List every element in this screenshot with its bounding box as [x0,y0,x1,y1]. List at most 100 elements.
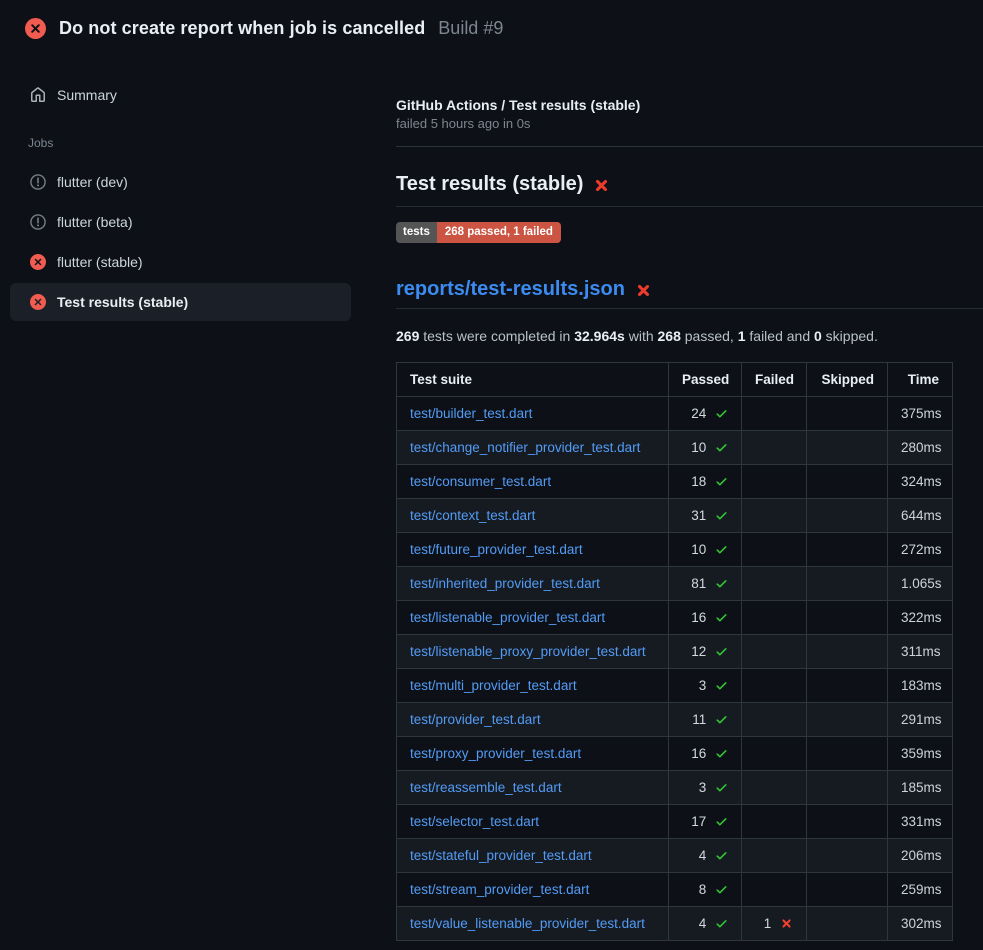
passed-cell: 3 [669,771,742,805]
passed-cell: 3 [669,669,742,703]
neutral-circle-icon [30,214,46,230]
time-cell: 322ms [888,601,953,635]
test-suite-link[interactable]: test/future_provider_test.dart [410,542,583,557]
test-suite-link[interactable]: test/proxy_provider_test.dart [410,746,581,761]
test-suite-link[interactable]: test/listenable_proxy_provider_test.dart [410,644,646,659]
table-row: test/reassemble_test.dart 3 185ms [397,771,953,805]
check-icon [715,713,728,726]
time-cell: 644ms [888,499,953,533]
table-header-row: Test suite Passed Failed Skipped Time [397,363,953,397]
check-icon [715,509,728,522]
test-suite-link[interactable]: test/consumer_test.dart [410,474,551,489]
failed-cell [742,737,807,771]
suite-cell: test/inherited_provider_test.dart [397,567,669,601]
suite-cell: test/value_listenable_provider_test.dart [397,907,669,941]
failed-cell [742,431,807,465]
test-suite-link[interactable]: test/inherited_provider_test.dart [410,576,600,591]
jobs-sidebar: Summary Jobs flutter (dev) flutter (beta… [0,40,396,323]
test-suite-link[interactable]: test/stream_provider_test.dart [410,882,589,897]
test-suite-link[interactable]: test/provider_test.dart [410,712,541,727]
summary-part: 269 [396,328,419,344]
skipped-cell [807,567,888,601]
section-title: Test results (stable) [396,171,983,207]
passed-cell: 81 [669,567,742,601]
table-row: test/provider_test.dart 11 291ms [397,703,953,737]
test-suite-link[interactable]: test/multi_provider_test.dart [410,678,577,693]
skipped-cell [807,669,888,703]
time-cell: 302ms [888,907,953,941]
breadcrumb: GitHub Actions / Test results (stable) [396,96,983,114]
table-row: test/listenable_proxy_provider_test.dart… [397,635,953,669]
time-cell: 291ms [888,703,953,737]
report-file-link[interactable]: reports/test-results.json [396,276,625,302]
home-icon [30,87,46,103]
failed-cell [742,873,807,907]
failed-cell [742,669,807,703]
skipped-cell [807,873,888,907]
sidebar-item-summary[interactable]: Summary [10,76,351,114]
sidebar-job-item[interactable]: flutter (beta) [10,203,351,241]
test-results-table: Test suite Passed Failed Skipped Time te… [396,362,953,941]
failed-x-icon [593,177,610,194]
failed-cell [742,397,807,431]
main-content: GitHub Actions / Test results (stable) f… [396,40,983,941]
x-circle-fill-icon [30,294,46,310]
sidebar-job-item[interactable]: Test results (stable) [10,283,351,321]
table-row: test/selector_test.dart 17 331ms [397,805,953,839]
skipped-cell [807,737,888,771]
table-row: test/inherited_provider_test.dart 81 1.0… [397,567,953,601]
check-icon [715,849,728,862]
skipped-cell [807,499,888,533]
col-test-suite: Test suite [397,363,669,397]
suite-cell: test/multi_provider_test.dart [397,669,669,703]
job-status-icon-slot [30,174,57,190]
test-suite-link[interactable]: test/selector_test.dart [410,814,539,829]
passed-cell: 16 [669,737,742,771]
skipped-cell [807,703,888,737]
time-cell: 272ms [888,533,953,567]
suite-cell: test/change_notifier_provider_test.dart [397,431,669,465]
summary-part: 32.964s [574,328,625,344]
sidebar-job-item[interactable]: flutter (stable) [10,243,351,281]
test-suite-link[interactable]: test/reassemble_test.dart [410,780,562,795]
test-suite-link[interactable]: test/change_notifier_provider_test.dart [410,440,640,455]
test-suite-link[interactable]: test/stateful_provider_test.dart [410,848,592,863]
tests-badge: tests 268 passed, 1 failed [396,222,561,243]
test-suite-link[interactable]: test/builder_test.dart [410,406,532,421]
check-icon [715,543,728,556]
report-title: reports/test-results.json [396,276,983,309]
time-cell: 1.065s [888,567,953,601]
passed-cell: 4 [669,839,742,873]
check-icon [715,475,728,488]
test-suite-link[interactable]: test/context_test.dart [410,508,535,523]
check-icon [715,645,728,658]
time-cell: 324ms [888,465,953,499]
skipped-cell [807,771,888,805]
table-row: test/builder_test.dart 24 375ms [397,397,953,431]
table-row: test/multi_provider_test.dart 3 183ms [397,669,953,703]
failed-cell [742,499,807,533]
job-status-icon-slot [30,254,57,270]
summary-part: tests were completed in [419,328,574,344]
suite-cell: test/stateful_provider_test.dart [397,839,669,873]
suite-cell: test/proxy_provider_test.dart [397,737,669,771]
failed-cell [742,465,807,499]
sidebar-job-item[interactable]: flutter (dev) [10,163,351,201]
time-cell: 331ms [888,805,953,839]
test-suite-link[interactable]: test/value_listenable_provider_test.dart [410,916,645,931]
test-suite-link[interactable]: test/listenable_provider_test.dart [410,610,605,625]
skipped-cell [807,839,888,873]
failed-cell [742,805,807,839]
run-meta: failed 5 hours ago in 0s [396,116,983,132]
summary-label: Summary [57,87,117,103]
check-icon [715,917,728,930]
passed-cell: 16 [669,601,742,635]
failed-cell: 1 [742,907,807,941]
skipped-cell [807,397,888,431]
passed-cell: 10 [669,533,742,567]
job-status-icon-slot [30,214,57,230]
sidebar-job-label: flutter (beta) [57,214,132,230]
table-row: test/stateful_provider_test.dart 4 206ms [397,839,953,873]
check-icon [715,441,728,454]
sidebar-job-label: flutter (dev) [57,174,128,190]
